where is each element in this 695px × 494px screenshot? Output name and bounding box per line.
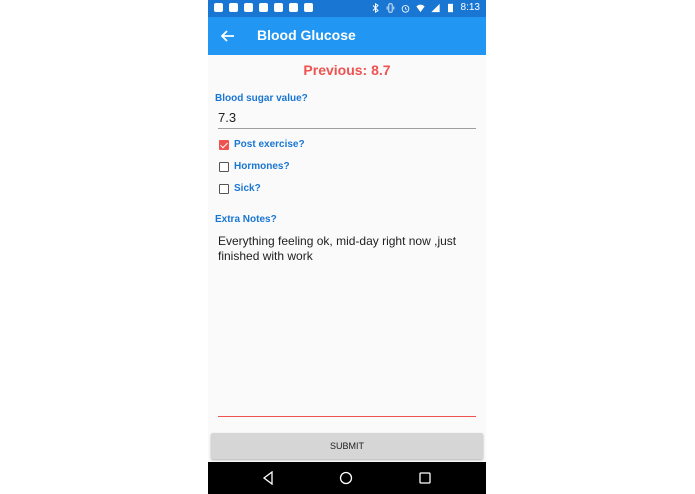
bluetooth-icon [372, 3, 379, 13]
status-time: 8:13 [460, 2, 480, 13]
nav-home-icon[interactable] [339, 471, 353, 485]
notification-icons [214, 3, 313, 12]
android-nav-bar [208, 462, 486, 494]
previous-value: Previous: 8.7 [303, 62, 391, 78]
gmail-icon [259, 3, 268, 12]
blood-sugar-input[interactable]: 7.3 [218, 110, 476, 129]
checkbox-hormones[interactable]: Hormones? [219, 161, 290, 172]
upload-icon [274, 3, 283, 12]
checkbox-checked-icon[interactable] [219, 139, 229, 150]
vibrate-icon [386, 3, 394, 13]
submit-button[interactable]: SUBMIT [211, 433, 483, 459]
extra-notes-label: Extra Notes? [215, 214, 277, 225]
checkbox-unchecked-icon[interactable] [219, 161, 229, 172]
checkbox-post-exercise[interactable]: Post exercise? [219, 139, 305, 150]
status-bar: 8:13 [208, 0, 486, 17]
nav-recents-icon[interactable] [419, 472, 431, 484]
wifi-icon [415, 4, 425, 13]
app-bar: Blood Glucose [208, 17, 486, 55]
image-icon [289, 3, 298, 12]
emoji-icon [244, 3, 253, 12]
checkbox-label: Post exercise? [234, 139, 305, 150]
signal-icon [430, 3, 440, 13]
checkbox-label: Hormones? [234, 161, 290, 172]
checkbox-unchecked-icon[interactable] [219, 183, 229, 194]
gamepad-icon [229, 3, 238, 12]
checkbox-label: Sick? [234, 183, 261, 194]
extra-notes-textarea[interactable]: Everything feeling ok, mid-day right now… [218, 234, 476, 417]
phone-outline-icon [304, 3, 313, 12]
phone-screen: 8:13 Blood Glucose Previous: 8.7 Blood s… [208, 0, 486, 494]
snapchat-icon [214, 3, 223, 12]
battery-icon [447, 3, 453, 13]
arrow-left-icon[interactable] [218, 26, 238, 46]
alarm-icon [401, 5, 409, 13]
blood-sugar-label: Blood sugar value? [215, 93, 308, 104]
system-icons: 8:13 [371, 2, 480, 14]
nav-back-icon[interactable] [261, 471, 275, 485]
app-title: Blood Glucose [257, 27, 356, 43]
checkbox-sick[interactable]: Sick? [219, 183, 261, 194]
